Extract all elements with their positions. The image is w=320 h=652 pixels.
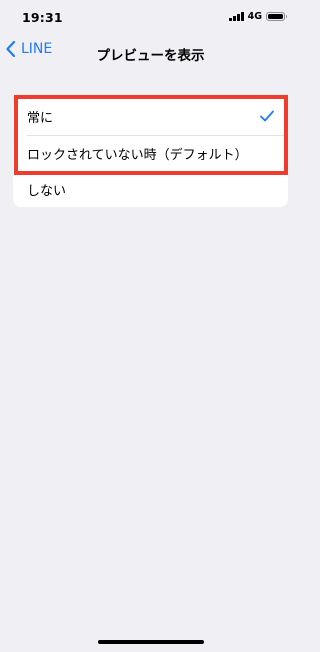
battery-level-fill [268, 14, 283, 20]
home-indicator [98, 640, 204, 644]
navigation-bar: LINE プレビューを表示 [0, 34, 301, 72]
option-label: しない [27, 183, 67, 199]
option-label: 常に [27, 110, 54, 126]
page-title: プレビューを表示 [96, 48, 205, 64]
cellular-signal-icon [229, 12, 244, 22]
status-indicators: 4G [229, 11, 287, 22]
option-always[interactable]: 常に [13, 97, 288, 135]
option-never[interactable]: しない [13, 171, 288, 207]
battery-icon [266, 12, 287, 22]
status-bar: 19:31 4G [0, 0, 301, 34]
preview-options-list: 常に ロックされていない時（デフォルト） しない [13, 97, 288, 207]
checkmark-icon [260, 110, 274, 122]
status-time: 19:31 [22, 10, 63, 25]
option-when-unlocked[interactable]: ロックされていない時（デフォルト） [13, 135, 288, 171]
option-label: ロックされていない時（デフォルト） [27, 147, 248, 163]
network-type-label: 4G [247, 11, 262, 22]
